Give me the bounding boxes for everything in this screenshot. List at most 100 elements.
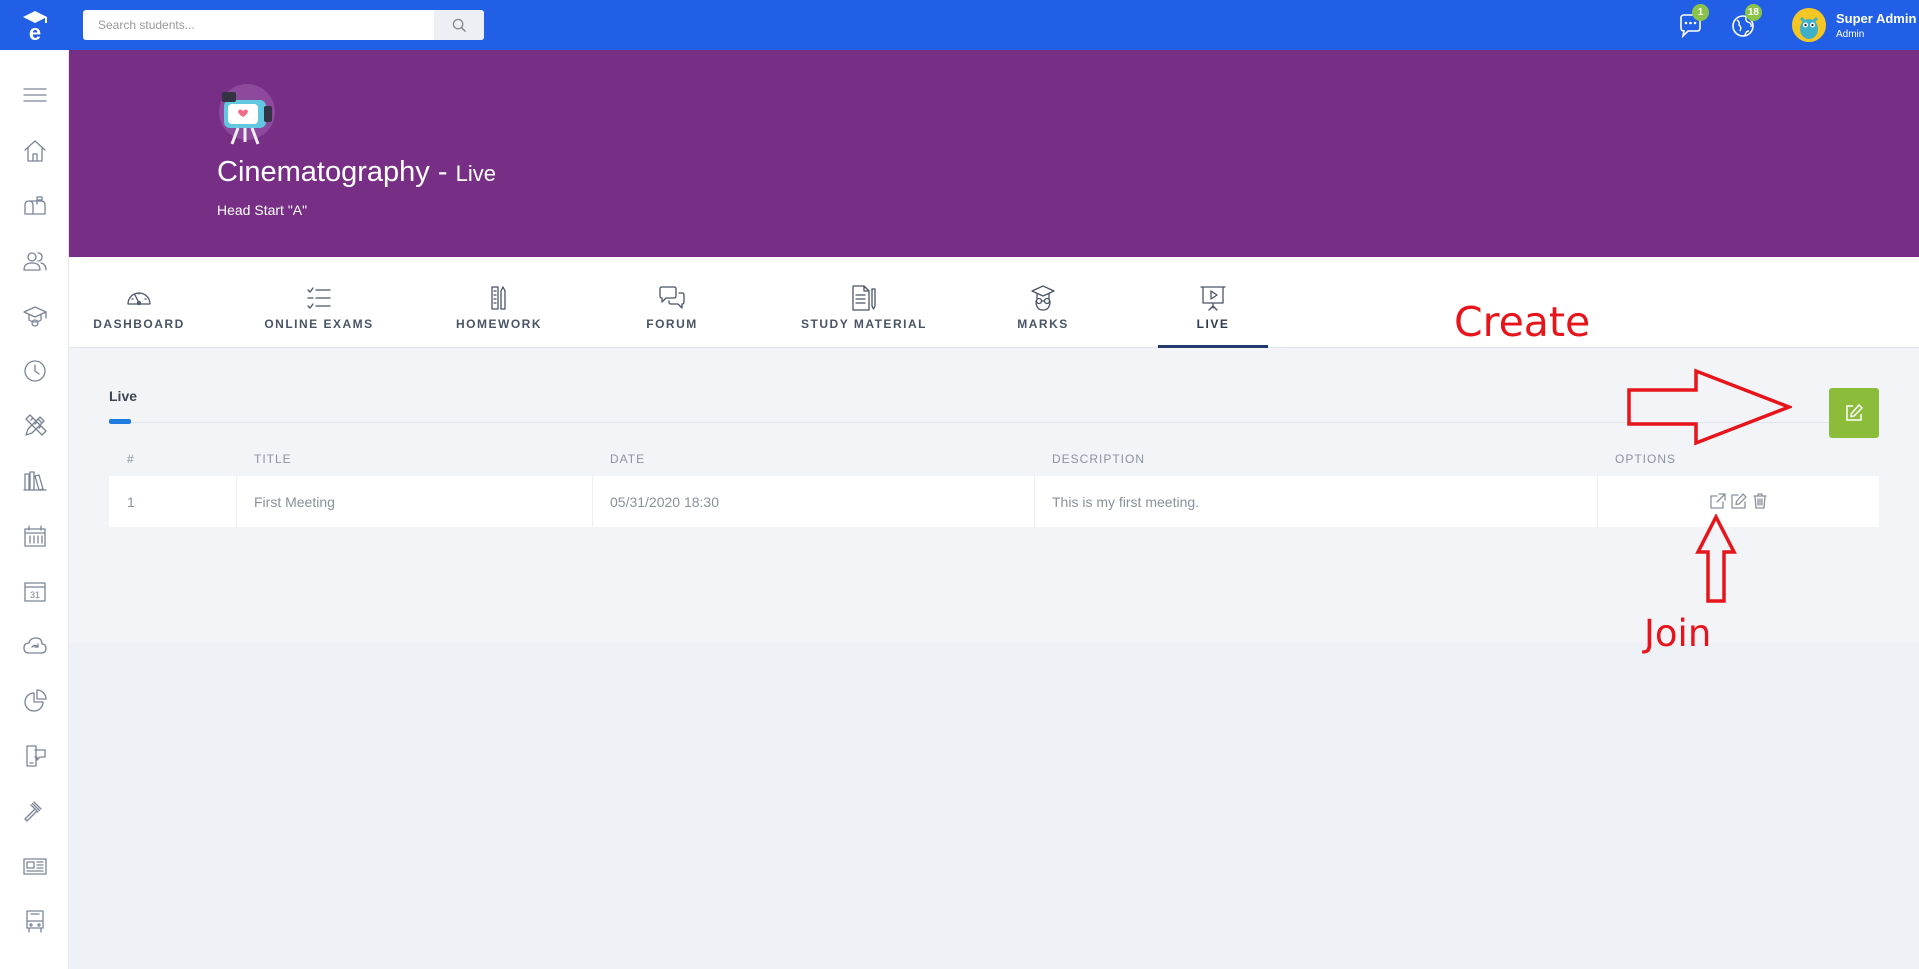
users-icon (23, 252, 47, 271)
newspaper-icon (23, 858, 47, 875)
sidebar-item-home[interactable] (20, 136, 50, 166)
join-annotation-label: Join (1644, 612, 1712, 655)
section-title: Live (109, 388, 138, 404)
trash-icon[interactable] (1751, 492, 1769, 510)
svg-text:e: e (29, 20, 41, 42)
tab-study-material[interactable]: STUDY MATERIAL (784, 257, 944, 348)
tab-live[interactable]: LIVE (1158, 257, 1268, 348)
search-icon (452, 18, 466, 32)
sidebar-item-attendance[interactable] (20, 356, 50, 386)
app-logo-icon[interactable]: e (20, 8, 50, 45)
sidebar-item-reports[interactable] (20, 686, 50, 716)
bus-icon (26, 910, 44, 933)
pie-chart-icon (24, 689, 47, 712)
row-date: 05/31/2020 18:30 (593, 476, 1035, 527)
row-number: 1 (109, 476, 237, 527)
cloud-sync-icon (23, 637, 47, 654)
search-box (83, 10, 484, 40)
course-section: Live (455, 161, 496, 186)
create-live-button[interactable] (1829, 388, 1879, 438)
column-title: TITLE (254, 452, 292, 466)
column-number: # (127, 452, 135, 466)
avatar (1792, 8, 1826, 42)
speedometer-icon (124, 283, 154, 313)
document-icon (849, 283, 879, 313)
sidebar-item-news[interactable] (20, 851, 50, 881)
calendar-31-icon: 31 (24, 582, 46, 602)
column-options: OPTIONS (1615, 452, 1677, 466)
mobile-chat-icon (26, 745, 46, 767)
tab-label: MARKS (1017, 317, 1069, 331)
user-menu[interactable]: Super Admin Admin (1790, 6, 1917, 44)
notifications-button[interactable]: 18 (1728, 4, 1762, 41)
top-bar: e 1 18 (0, 0, 1919, 50)
calendar-grid-icon (24, 525, 46, 547)
user-role: Admin (1836, 29, 1865, 40)
tab-label: ONLINE EXAMS (264, 317, 374, 331)
course-tabs: DASHBOARD ONLINE EXAMS HOMEWORK FORUM ST… (69, 257, 1919, 348)
sidebar-item-mailbox[interactable] (20, 191, 50, 221)
column-date: DATE (610, 452, 646, 466)
table-header: # TITLE DATE DESCRIPTION OPTIONS (109, 443, 1879, 475)
messages-button[interactable]: 1 (1675, 4, 1709, 41)
join-icon[interactable] (1709, 492, 1727, 510)
column-description: DESCRIPTION (1052, 452, 1146, 466)
course-camera-logo (214, 84, 278, 146)
section-divider (109, 422, 1879, 423)
sidebar-item-behaviour[interactable] (20, 796, 50, 826)
sidebar-item-design[interactable] (20, 411, 50, 441)
graduate-icon (1028, 283, 1058, 313)
sidebar-item-library[interactable] (20, 466, 50, 496)
sidebar-item-timetable[interactable] (20, 521, 50, 551)
tab-label: STUDY MATERIAL (801, 317, 927, 331)
section-title-underline (109, 419, 131, 424)
table-row: 1 First Meeting 05/31/2020 18:30 This is… (109, 476, 1879, 527)
books-icon (23, 471, 47, 491)
course-title: Cinematography - Live (217, 156, 496, 189)
sidebar-item-mobile[interactable] (20, 741, 50, 771)
create-annotation-label: Create (1454, 298, 1591, 346)
search-input[interactable] (83, 10, 433, 40)
clock-icon (24, 360, 46, 382)
course-group: Head Start "A" (217, 202, 308, 218)
row-description: This is my first meeting. (1035, 476, 1598, 527)
notifications-badge: 18 (1744, 4, 1762, 21)
menu-icon (23, 88, 47, 102)
sidebar-item-sync[interactable] (20, 631, 50, 661)
tab-marks[interactable]: MARKS (1003, 257, 1083, 348)
tab-label: DASHBOARD (93, 317, 185, 331)
tab-label: FORUM (646, 317, 698, 331)
tab-online-exams[interactable]: ONLINE EXAMS (259, 257, 379, 348)
tab-dashboard[interactable]: DASHBOARD (89, 257, 189, 348)
sidebar: 31 (0, 50, 69, 969)
create-arrow-annotation (1627, 368, 1792, 446)
edit-icon (1846, 403, 1864, 421)
mailbox-icon (24, 196, 46, 215)
tab-forum[interactable]: FORUM (632, 257, 712, 348)
user-name: Super Admin (1836, 11, 1917, 26)
presentation-play-icon (1198, 283, 1228, 313)
home-icon (24, 140, 46, 162)
sidebar-item-users[interactable] (20, 246, 50, 276)
gavel-icon (24, 801, 42, 822)
graduation-cap-icon (23, 306, 47, 327)
sidebar-item-graduation[interactable] (20, 301, 50, 331)
tab-homework[interactable]: HOMEWORK (449, 257, 549, 348)
tab-label: LIVE (1196, 317, 1230, 331)
edit-icon[interactable] (1730, 492, 1748, 510)
sidebar-item-transport[interactable] (20, 906, 50, 936)
svg-text:31: 31 (30, 590, 40, 600)
row-title: First Meeting (237, 476, 593, 527)
pencils-icon (484, 283, 514, 313)
sidebar-item-calendar[interactable]: 31 (20, 576, 50, 606)
search-button[interactable] (434, 10, 484, 40)
tab-label: HOMEWORK (456, 317, 542, 331)
pencil-ruler-icon (25, 414, 47, 436)
course-name: Cinematography (217, 156, 430, 188)
row-option-icons (1709, 492, 1769, 510)
title-separator: - (429, 156, 456, 188)
menu-toggle-button[interactable] (20, 80, 50, 110)
course-banner: Cinematography - Live Head Start "A" (69, 50, 1919, 257)
chat-bubbles-icon (657, 283, 687, 313)
checklist-icon (304, 283, 334, 313)
